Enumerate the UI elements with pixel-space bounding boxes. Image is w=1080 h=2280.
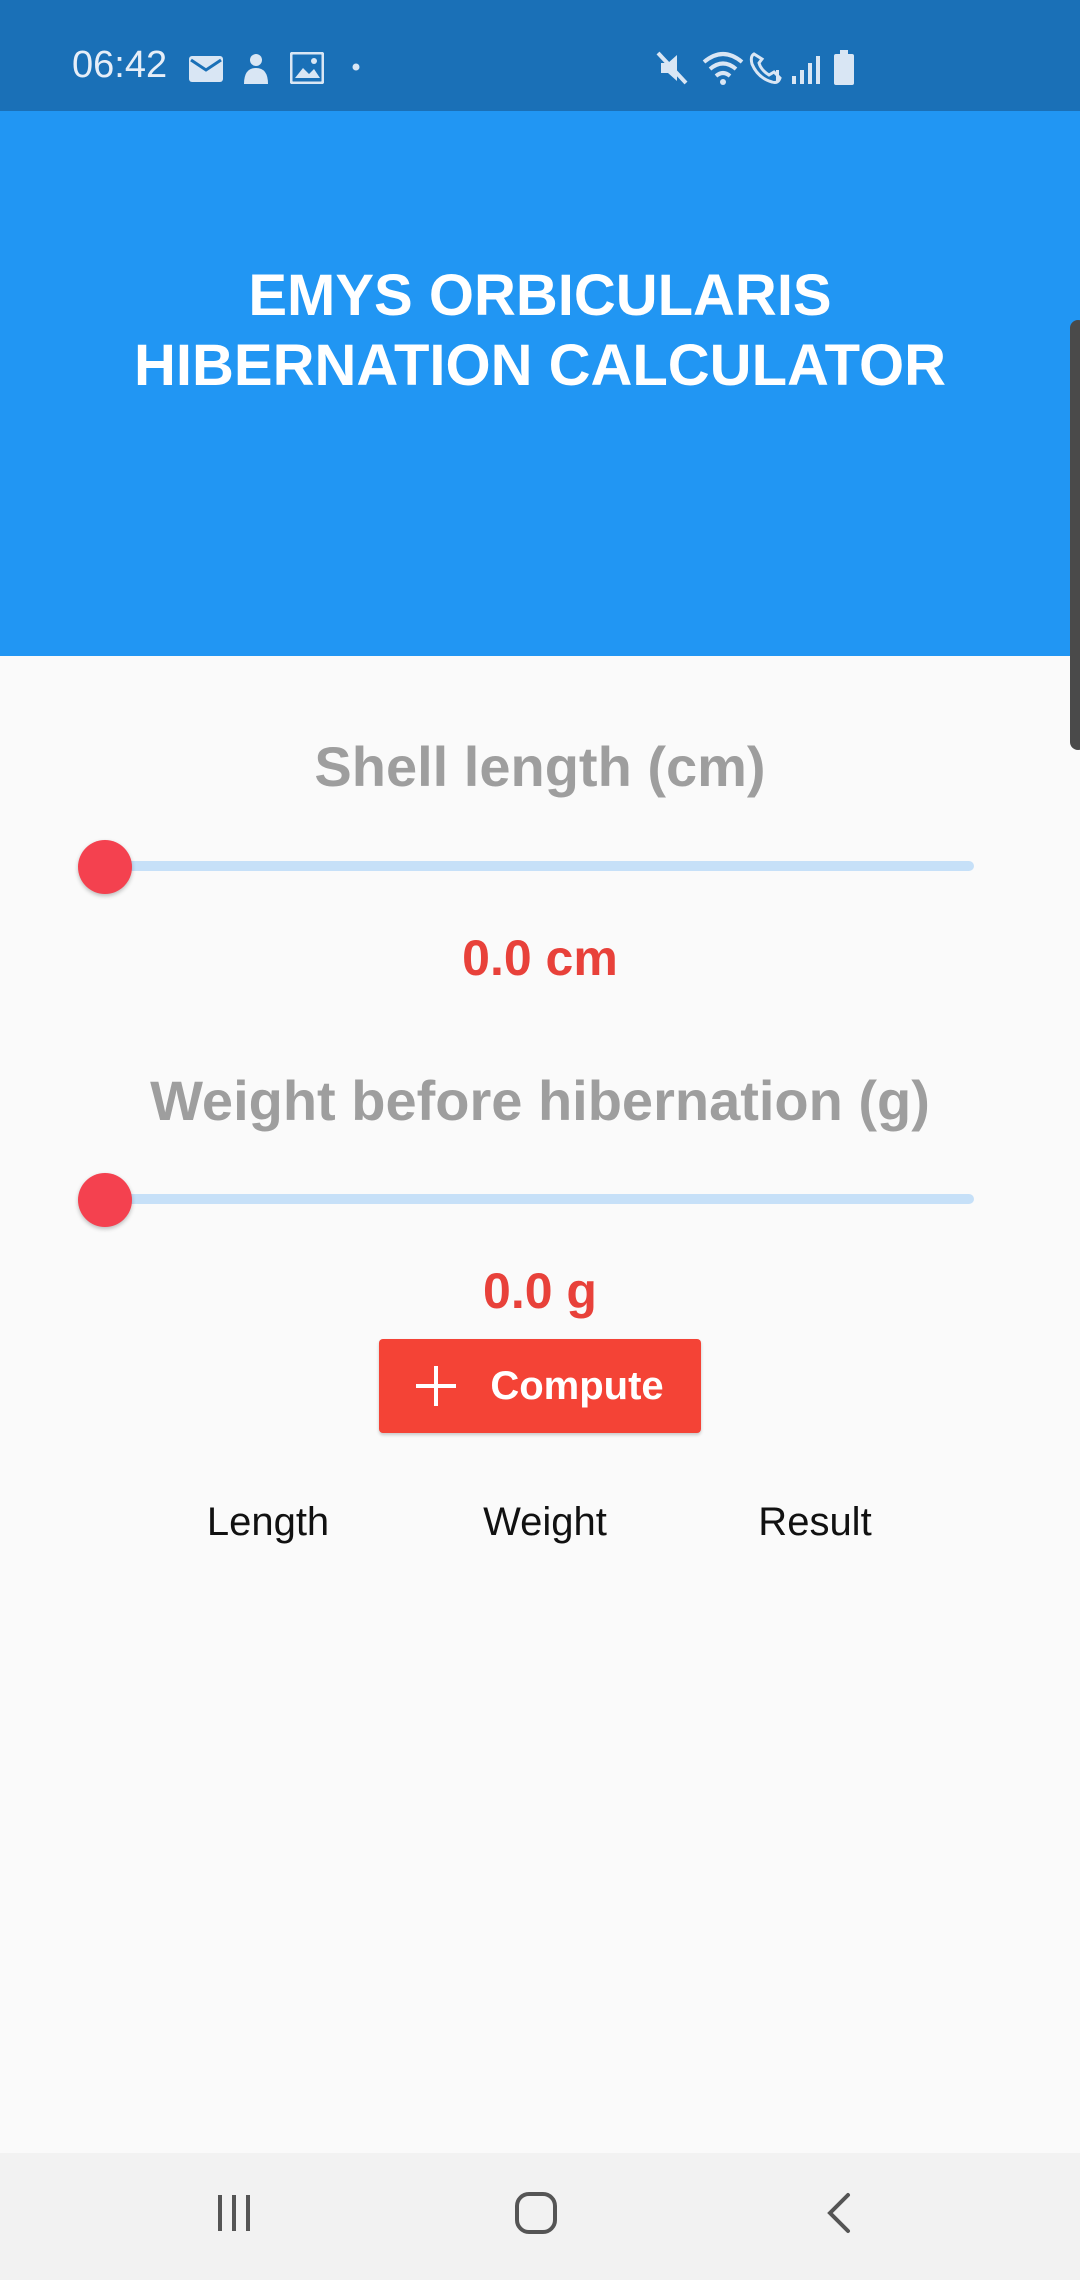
- wifi-icon: [702, 52, 744, 85]
- weight-slider-track[interactable]: [104, 1194, 974, 1204]
- signal-icon: [792, 56, 820, 84]
- recent-apps-icon[interactable]: [210, 2189, 258, 2237]
- status-time: 06:42: [72, 44, 168, 86]
- shell-length-label: Shell length (cm): [314, 735, 766, 798]
- shell-length-value: 0.0 cm: [462, 930, 618, 986]
- column-header-weight: Weight: [483, 1500, 607, 1544]
- notification-icon: [244, 54, 268, 84]
- home-icon[interactable]: [512, 2189, 560, 2237]
- compute-button-label: Compute: [490, 1363, 664, 1408]
- app-title: EMYS ORBICULARIS HIBERNATION CALCULATOR: [134, 263, 946, 398]
- gallery-icon: [290, 52, 324, 84]
- back-icon[interactable]: [816, 2189, 864, 2237]
- mail-icon: [189, 56, 223, 82]
- weight-value: 0.0 g: [483, 1263, 597, 1319]
- dot-icon: [352, 63, 360, 71]
- weight-slider-thumb[interactable]: [78, 1173, 132, 1227]
- column-header-length: Length: [206, 1500, 330, 1544]
- wifi-call-icon: [749, 52, 782, 84]
- mute-icon: [656, 51, 688, 85]
- app-header: EMYS ORBICULARIS HIBERNATION CALCULATOR: [0, 111, 1080, 656]
- weight-label: Weight before hibernation (g): [150, 1069, 930, 1132]
- compute-button[interactable]: Compute: [379, 1339, 701, 1433]
- shell-length-slider-thumb[interactable]: [78, 840, 132, 894]
- column-header-result: Result: [758, 1500, 872, 1544]
- scroll-handle[interactable]: [1070, 320, 1080, 750]
- shell-length-slider-track[interactable]: [104, 861, 974, 871]
- status-bar: 06:42: [0, 0, 1080, 111]
- battery-icon: [834, 50, 854, 85]
- plus-icon: [416, 1366, 457, 1406]
- navigation-bar: [0, 2153, 1080, 2280]
